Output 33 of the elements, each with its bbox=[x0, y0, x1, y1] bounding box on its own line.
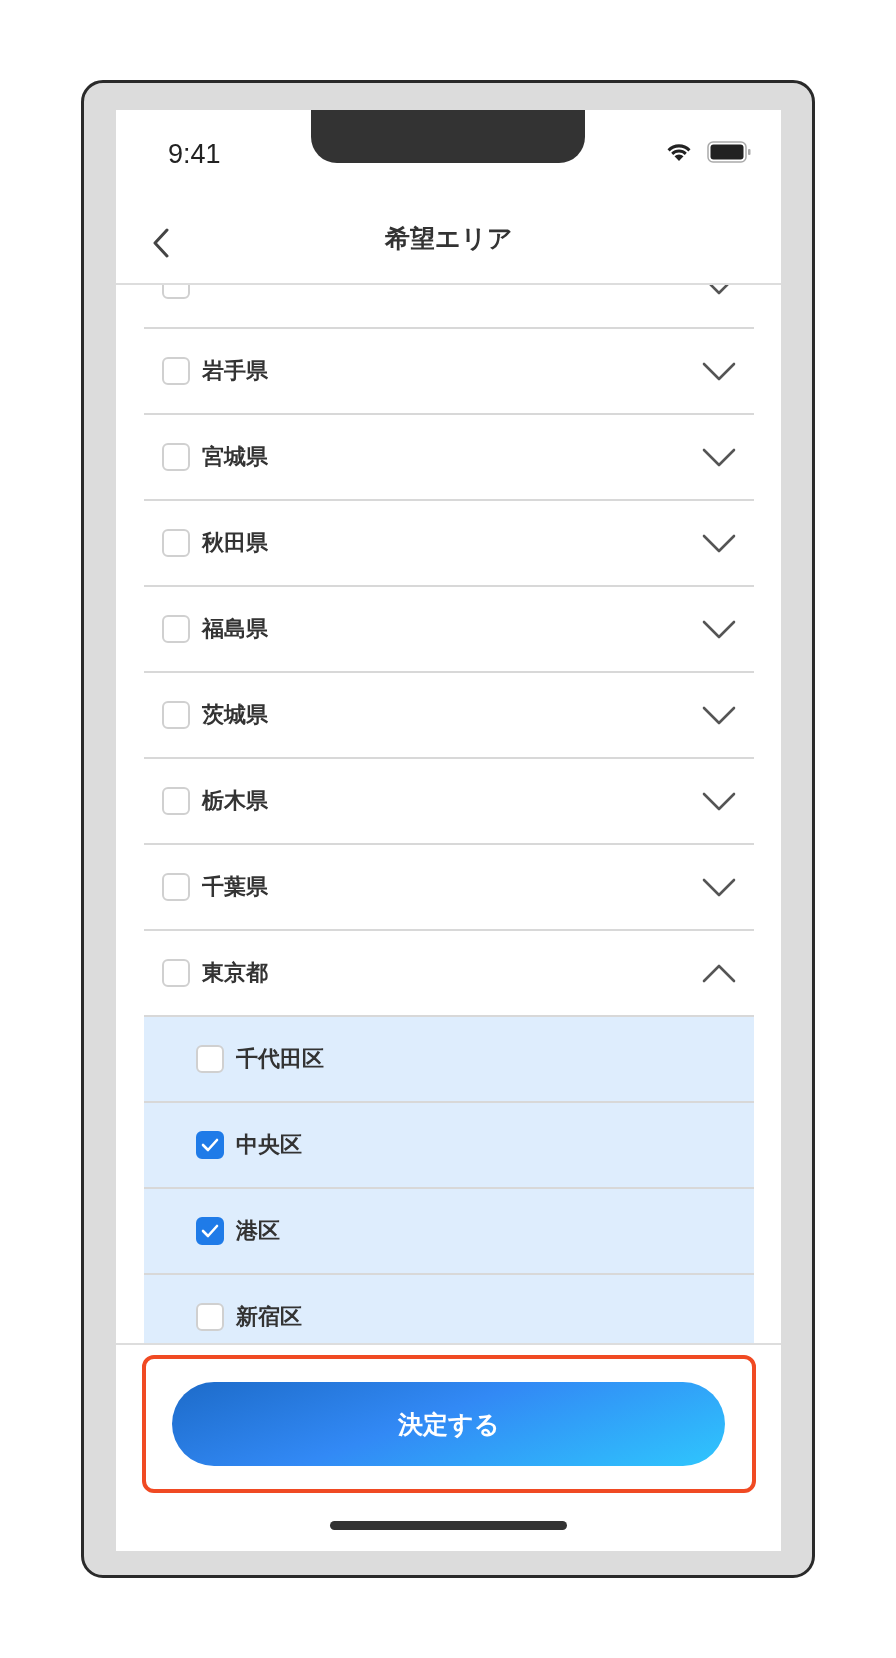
chevron-down-icon[interactable] bbox=[702, 447, 736, 467]
status-time: 9:41 bbox=[168, 137, 221, 170]
chevron-down-icon[interactable] bbox=[702, 533, 736, 553]
district-row[interactable]: 中央区 bbox=[144, 1103, 754, 1189]
district-row[interactable]: 港区 bbox=[144, 1189, 754, 1275]
chevron-up-icon[interactable] bbox=[702, 963, 736, 983]
battery-icon bbox=[707, 141, 751, 163]
chevron-down-icon[interactable] bbox=[702, 791, 736, 811]
chevron-down-icon[interactable] bbox=[702, 877, 736, 897]
wifi-icon bbox=[665, 142, 693, 162]
chevron-down-icon[interactable] bbox=[702, 705, 736, 725]
prefecture-label: 福島県 bbox=[202, 615, 269, 643]
prefecture-label: 栃木県 bbox=[202, 787, 269, 815]
checkbox[interactable] bbox=[196, 1131, 224, 1159]
prefecture-label: 秋田県 bbox=[202, 529, 269, 557]
checkbox[interactable] bbox=[196, 1217, 224, 1245]
prefecture-label: 東京都 bbox=[202, 959, 269, 987]
prefecture-label: 岩手県 bbox=[202, 357, 269, 385]
prefecture-label: 千葉県 bbox=[202, 873, 269, 901]
district-label: 新宿区 bbox=[236, 1303, 303, 1331]
back-button[interactable] bbox=[152, 228, 170, 258]
district-label: 中央区 bbox=[236, 1131, 303, 1159]
district-row[interactable]: 千代田区 bbox=[144, 1017, 754, 1103]
screen-title: 希望エリア bbox=[384, 223, 513, 254]
district-label: 港区 bbox=[236, 1217, 281, 1245]
district-row[interactable]: 新宿区 bbox=[144, 1275, 754, 1343]
check-icon bbox=[201, 1224, 219, 1238]
check-icon bbox=[201, 1138, 219, 1152]
district-label: 千代田区 bbox=[236, 1045, 325, 1073]
prefecture-label: 茨城県 bbox=[202, 701, 269, 729]
chevron-down-icon[interactable] bbox=[702, 619, 736, 639]
prefecture-label: 宮城県 bbox=[202, 443, 269, 471]
chevron-down-icon[interactable] bbox=[702, 361, 736, 381]
